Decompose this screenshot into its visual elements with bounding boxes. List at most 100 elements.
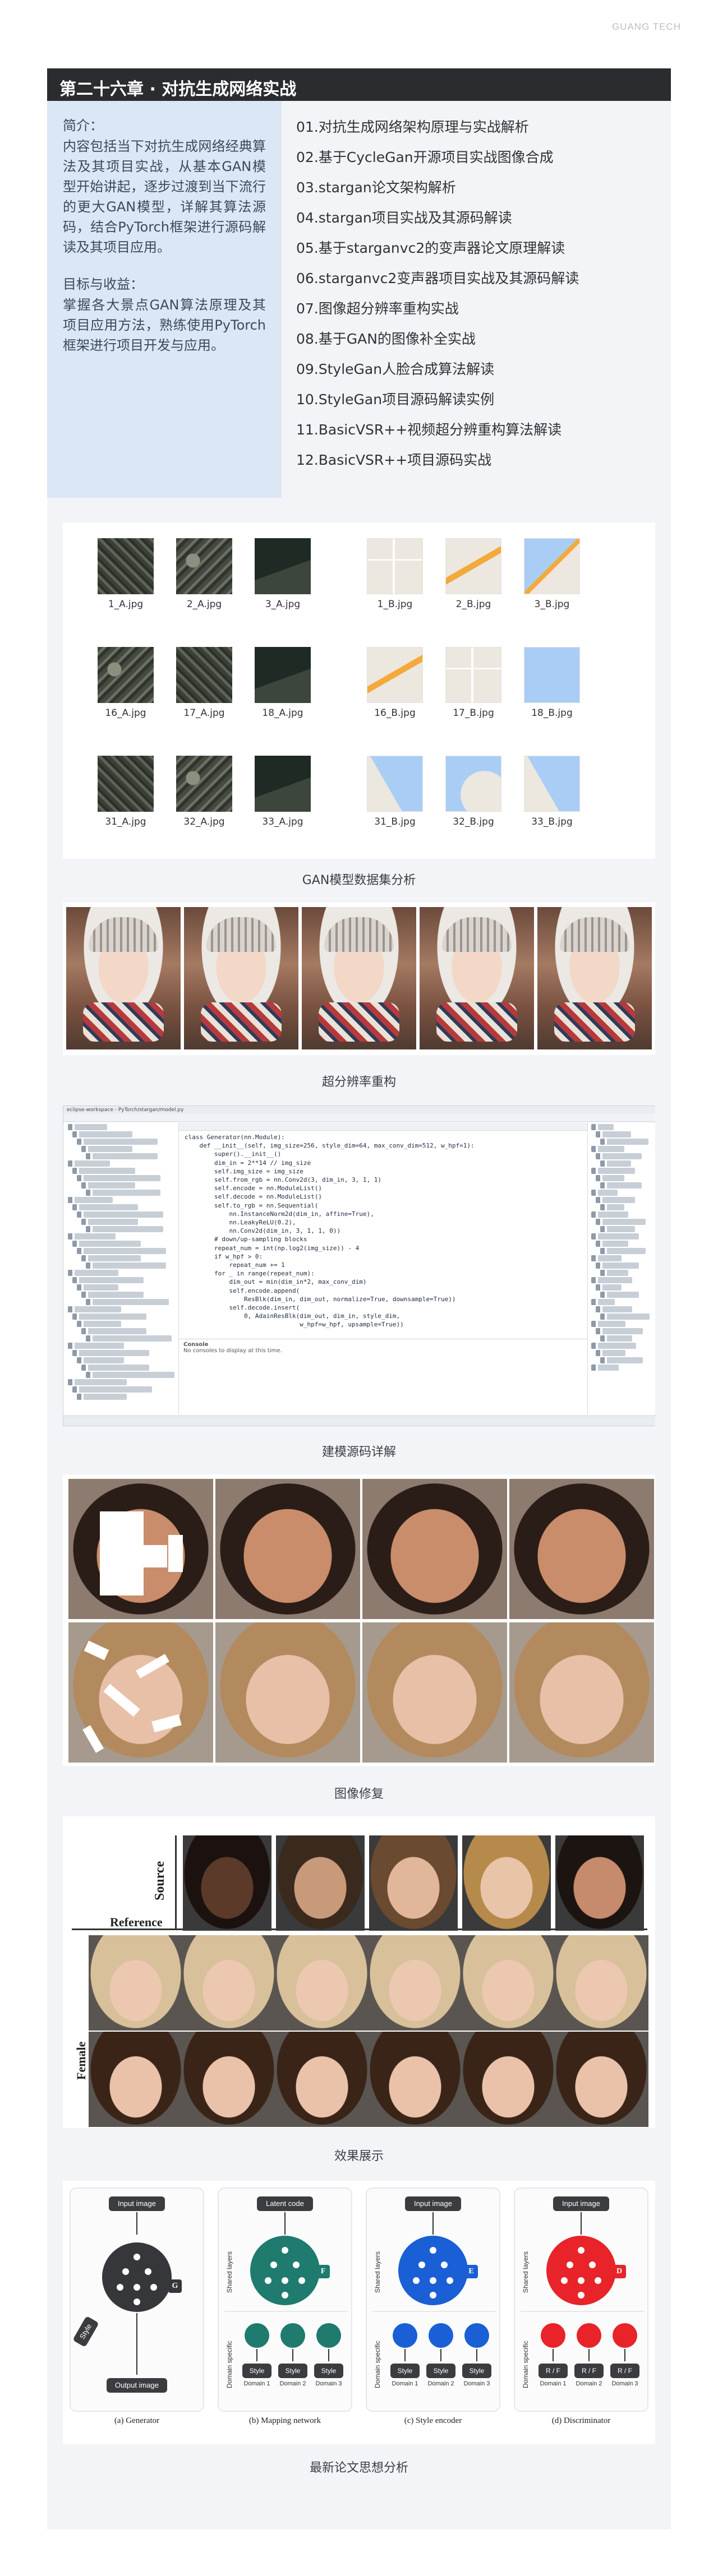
outline-item[interactable] [591,1343,636,1349]
explorer-tree-item[interactable] [72,1168,135,1174]
outline-item[interactable] [591,1255,622,1261]
explorer-tree-item[interactable] [86,1335,172,1342]
outline-item[interactable] [596,1131,631,1137]
network-node [293,2261,300,2268]
explorer-tree-item[interactable] [81,1292,144,1298]
toc-item[interactable]: 10.StyleGan项目源码解读实例 [296,385,666,415]
outline-item[interactable] [591,1233,639,1240]
outline-item[interactable] [600,1335,632,1342]
toc-item[interactable]: 07.图像超分辨率重构实战 [296,294,666,324]
ide-menu-bar[interactable] [63,1114,655,1122]
explorer-tree-item[interactable] [77,1394,127,1400]
outline-item[interactable] [596,1153,642,1159]
toc-item[interactable]: 01.对抗生成网络架构原理与实战解析 [296,112,666,142]
explorer-tree-item[interactable] [72,1314,146,1320]
explorer-tree-item[interactable] [77,1284,118,1291]
real-fake-pill: R / F [610,2364,639,2378]
table-of-contents: 01.对抗生成网络架构原理与实战解析 02.基于CycleGan开源项目实战图像… [296,112,666,475]
explorer-tree-item[interactable] [86,1190,160,1196]
explorer-tree-item[interactable] [68,1160,110,1167]
explorer-tree-item[interactable] [72,1277,144,1283]
explorer-tree-item[interactable] [68,1343,124,1349]
outline-item[interactable] [591,1168,635,1174]
explorer-tree-item[interactable] [72,1204,138,1210]
explorer-tree-item[interactable] [68,1379,127,1385]
outline-item[interactable] [591,1190,618,1196]
outline-item[interactable] [600,1357,643,1363]
explorer-tree-item[interactable] [86,1153,158,1159]
outline-item[interactable] [600,1204,624,1210]
outline-item[interactable] [596,1306,632,1312]
outline-item[interactable] [596,1328,643,1334]
ide-console[interactable]: Console No consoles to display at this t… [179,1339,587,1414]
domain-head-icon [280,2323,305,2348]
outline-item[interactable] [591,1124,614,1130]
explorer-tree-item[interactable] [72,1350,149,1356]
outline-item[interactable] [600,1182,642,1188]
outline-item[interactable] [596,1197,635,1203]
outline-item[interactable] [591,1321,625,1327]
network-node [282,2247,288,2254]
toc-item[interactable]: 12.BasicVSR++项目源码实战 [296,445,666,475]
outline-item[interactable] [596,1219,646,1225]
outline-item[interactable] [591,1365,619,1371]
outline-item[interactable] [596,1262,639,1269]
toc-item[interactable]: 06.starganvc2变声器项目实战及其源码解读 [296,263,666,294]
explorer-tree-item[interactable] [72,1241,141,1247]
ide-editor[interactable]: class Generator(nn.Module): def __init__… [179,1123,587,1339]
outline-item[interactable] [600,1270,628,1276]
explorer-tree-item[interactable] [86,1226,163,1232]
toc-item[interactable]: 11.BasicVSR++视频超分辨重构算法解读 [296,415,666,445]
outline-item[interactable] [596,1350,625,1356]
explorer-tree-item[interactable] [68,1270,118,1276]
generated-face [368,2032,462,2127]
dataset-filename: 1_B.jpg [377,599,413,610]
explorer-tree-item[interactable] [86,1372,174,1378]
outline-item[interactable] [591,1211,628,1218]
explorer-tree-item[interactable] [81,1182,135,1188]
toc-item[interactable]: 04.stargan项目实战及其源码解读 [296,203,666,233]
outline-item[interactable] [591,1299,615,1305]
outline-item[interactable] [600,1160,631,1167]
explorer-tree-item[interactable] [68,1233,116,1240]
explorer-tree-item[interactable] [77,1211,163,1218]
explorer-tree-item[interactable] [68,1197,113,1203]
explorer-tree-item[interactable] [86,1299,169,1305]
explorer-tree-item[interactable] [77,1357,124,1363]
toc-item[interactable]: 08.基于GAN的图像补全实战 [296,324,666,354]
toc-item[interactable]: 03.stargan论文架构解析 [296,173,666,203]
outline-item[interactable] [600,1248,646,1254]
explorer-tree-item[interactable] [81,1219,138,1225]
explorer-tree-item[interactable] [81,1328,146,1334]
toc-item[interactable]: 09.StyleGan人脸合成算法解读 [296,354,666,385]
ide-outline-panel[interactable] [587,1123,655,1414]
outline-item[interactable] [600,1292,639,1298]
outline-item[interactable] [600,1226,635,1232]
ide-package-explorer[interactable] [63,1123,179,1414]
outline-item[interactable] [596,1241,628,1247]
toc-item[interactable]: 02.基于CycleGan开源项目实战图像合成 [296,142,666,173]
outline-item[interactable] [596,1284,622,1291]
toc-item[interactable]: 05.基于starganvc2的变声器论文原理解读 [296,233,666,263]
style-pill: Style [426,2364,455,2378]
explorer-tree-item[interactable] [68,1306,121,1312]
explorer-tree-item[interactable] [81,1146,132,1152]
explorer-tree-item[interactable] [72,1386,152,1393]
explorer-tree-item[interactable] [77,1321,121,1327]
explorer-tree-item[interactable] [86,1262,166,1269]
outline-item[interactable] [596,1175,624,1181]
explorer-tree-item[interactable] [72,1131,132,1137]
ide-editor-tabs[interactable] [179,1123,587,1131]
explorer-tree-item[interactable] [77,1248,166,1254]
generated-face [368,1935,462,2031]
explorer-tree-item[interactable] [68,1124,107,1130]
explorer-tree-item[interactable] [77,1139,158,1145]
explorer-tree-item[interactable] [81,1255,141,1261]
ide-code[interactable]: class Generator(nn.Module): def __init__… [185,1133,583,1329]
outline-item[interactable] [591,1277,632,1283]
explorer-tree-item[interactable] [81,1365,149,1371]
outline-item[interactable] [600,1314,650,1320]
outline-item[interactable] [600,1139,648,1145]
explorer-tree-item[interactable] [77,1175,160,1181]
outline-item[interactable] [591,1146,624,1152]
